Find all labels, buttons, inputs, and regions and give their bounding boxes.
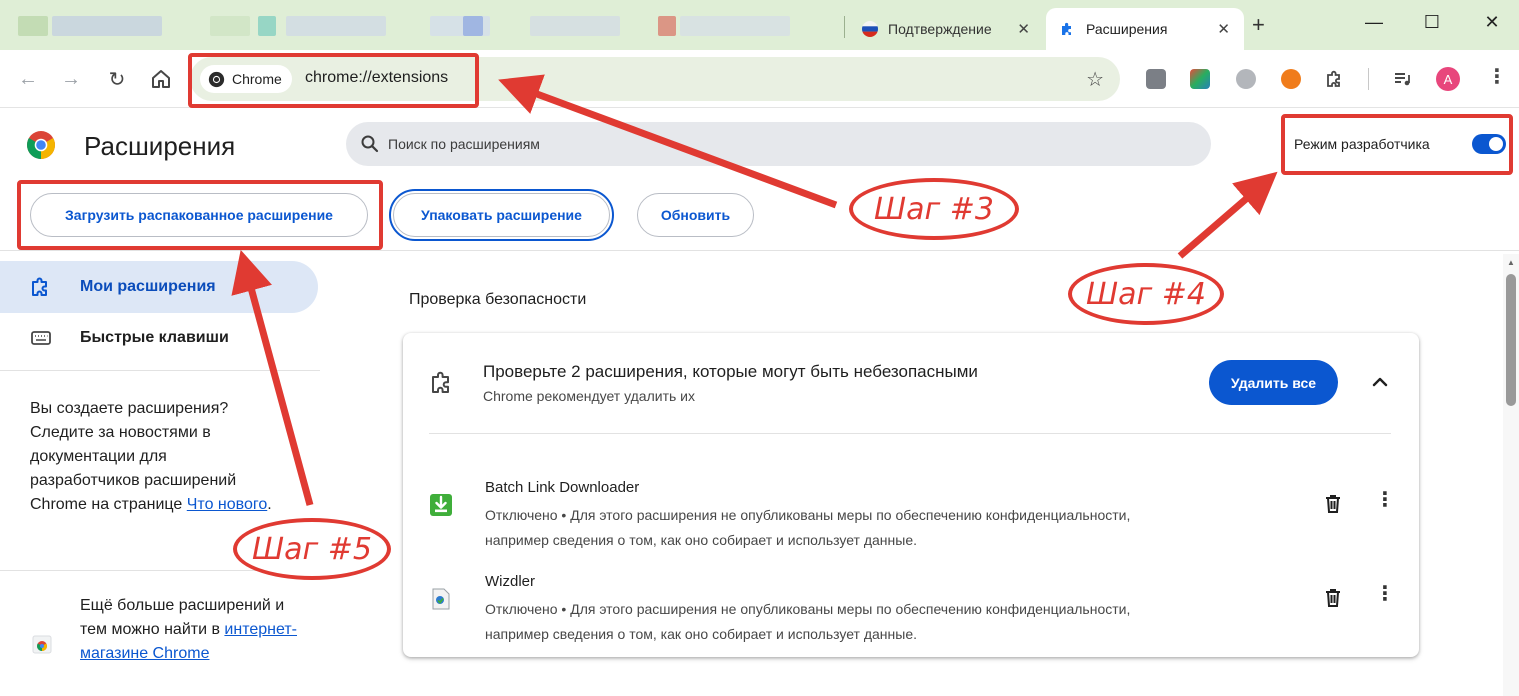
new-tab-button[interactable]: + — [1252, 12, 1265, 38]
tab-separator — [844, 16, 845, 38]
close-icon[interactable]: ✕ — [1217, 20, 1230, 38]
update-button[interactable]: Обновить — [637, 193, 754, 237]
more-options-icon[interactable]: ⋮ — [1375, 487, 1395, 512]
chevron-up-icon[interactable] — [1369, 371, 1391, 393]
annotation-step4: Шаг #4 — [1068, 263, 1224, 325]
keyboard-icon — [31, 331, 51, 345]
forward-button[interactable]: → — [58, 66, 84, 92]
annotation-step5: Шаг #5 — [233, 518, 391, 580]
remove-all-button[interactable]: Удалить все — [1209, 360, 1338, 405]
card-divider — [429, 433, 1391, 434]
extension-gear-icon[interactable] — [1236, 69, 1256, 89]
extension-name: Batch Link Downloader — [485, 479, 640, 496]
web-store-text: Ещё больше расширений и тем можно найти … — [80, 597, 297, 662]
sidebar-item-my-extensions[interactable]: Мои расширения — [0, 261, 318, 313]
sidebar-divider — [0, 370, 320, 371]
blurred-tab[interactable] — [463, 16, 483, 36]
header-divider — [0, 250, 1519, 251]
blurred-tab[interactable] — [658, 16, 676, 36]
trash-icon[interactable] — [1323, 493, 1343, 515]
chrome-logo-icon — [27, 131, 55, 159]
pack-extension-label: Упаковать расширение — [393, 193, 610, 237]
extension-description: Отключено • Для этого расширения не опуб… — [485, 507, 1131, 548]
puzzle-icon — [32, 277, 47, 296]
annotation-box-devmode — [1281, 114, 1513, 175]
back-button[interactable]: ← — [15, 66, 41, 92]
blurred-tab[interactable] — [18, 16, 48, 36]
tab-title: Подтверждение — [888, 21, 992, 37]
media-queue-icon[interactable] — [1392, 69, 1412, 89]
toolbar-divider — [1368, 68, 1369, 90]
annotation-step3: Шаг #3 — [849, 178, 1019, 240]
extensions-puzzle-icon[interactable] — [1325, 69, 1345, 89]
trash-icon[interactable] — [1323, 587, 1343, 609]
tab-confirmation[interactable]: Подтверждение ✕ — [848, 8, 1044, 50]
safety-card-subtitle: Chrome рекомендует удалить их — [483, 388, 695, 404]
scroll-thumb[interactable] — [1506, 274, 1516, 406]
annotation-box-address — [188, 53, 479, 108]
extension-description: Отключено • Для этого расширения не опуб… — [485, 601, 1131, 642]
blurred-tab[interactable] — [530, 16, 620, 36]
blurred-tab[interactable] — [52, 16, 162, 36]
russian-flag-icon — [862, 21, 878, 37]
home-icon[interactable] — [149, 67, 173, 91]
extension-download-icon[interactable] — [1146, 69, 1166, 89]
puzzle-icon — [1062, 22, 1071, 35]
pack-extension-button[interactable]: Упаковать расширение — [389, 189, 614, 241]
whats-new-link[interactable]: Что нового — [187, 496, 268, 513]
blurred-tab[interactable] — [680, 16, 790, 36]
tab-title: Расширения — [1086, 21, 1168, 37]
safety-check-heading: Проверка безопасности — [409, 291, 587, 308]
sidebar-item-label: Мои расширения — [80, 278, 216, 295]
tab-extensions[interactable]: Расширения ✕ — [1046, 8, 1244, 50]
annotation-box-load — [17, 180, 383, 250]
page-title: Расширения — [84, 131, 236, 161]
safety-card-title: Проверьте 2 расширения, которые могут бы… — [483, 362, 978, 381]
bookmark-star-icon[interactable]: ☆ — [1086, 67, 1104, 92]
search-input[interactable] — [388, 122, 1188, 166]
extensions-search — [346, 122, 1211, 166]
extension-name: Wizdler — [485, 573, 536, 590]
chrome-menu-icon[interactable]: ⋮ — [1487, 64, 1507, 89]
search-icon — [361, 135, 379, 153]
scroll-up-icon[interactable]: ▲ — [1507, 258, 1515, 267]
sidebar-item-label: Быстрые клавиши — [80, 329, 229, 346]
blurred-tab[interactable] — [210, 16, 250, 36]
sidebar-item-shortcuts[interactable]: Быстрые клавиши — [0, 312, 318, 364]
blurred-tab[interactable] — [258, 16, 276, 36]
wizdler-icon — [432, 588, 450, 610]
extension-row: Batch Link Downloader Отключено • Для эт… — [403, 473, 1419, 553]
web-store-icon — [32, 635, 52, 654]
reload-button[interactable]: ↻ — [104, 66, 130, 92]
developer-news-text: Вы создаете расширения? Следите за новос… — [30, 400, 272, 513]
download-arrow-icon — [430, 494, 452, 516]
maximize-icon[interactable]: ☐ — [1412, 12, 1452, 33]
extension-colorpicker-icon[interactable] — [1190, 69, 1210, 89]
puzzle-icon — [432, 371, 449, 393]
minimize-icon[interactable]: — — [1354, 12, 1394, 33]
close-icon[interactable]: ✕ — [1017, 20, 1030, 38]
profile-avatar[interactable]: A — [1436, 67, 1460, 91]
arrow-step4 — [1177, 171, 1278, 259]
more-options-icon[interactable]: ⋮ — [1375, 581, 1395, 606]
extension-orange-icon[interactable] — [1281, 69, 1301, 89]
tab-strip: Подтверждение ✕ Расширения ✕ + — ☐ ✕ — [0, 0, 1519, 50]
window-close-icon[interactable]: ✕ — [1472, 12, 1512, 33]
extension-row: Wizdler Отключено • Для этого расширения… — [403, 567, 1419, 647]
page-scrollbar[interactable]: ▲ — [1503, 254, 1519, 696]
blurred-tab[interactable] — [286, 16, 386, 36]
safety-check-card: Проверьте 2 расширения, которые могут бы… — [403, 333, 1419, 657]
